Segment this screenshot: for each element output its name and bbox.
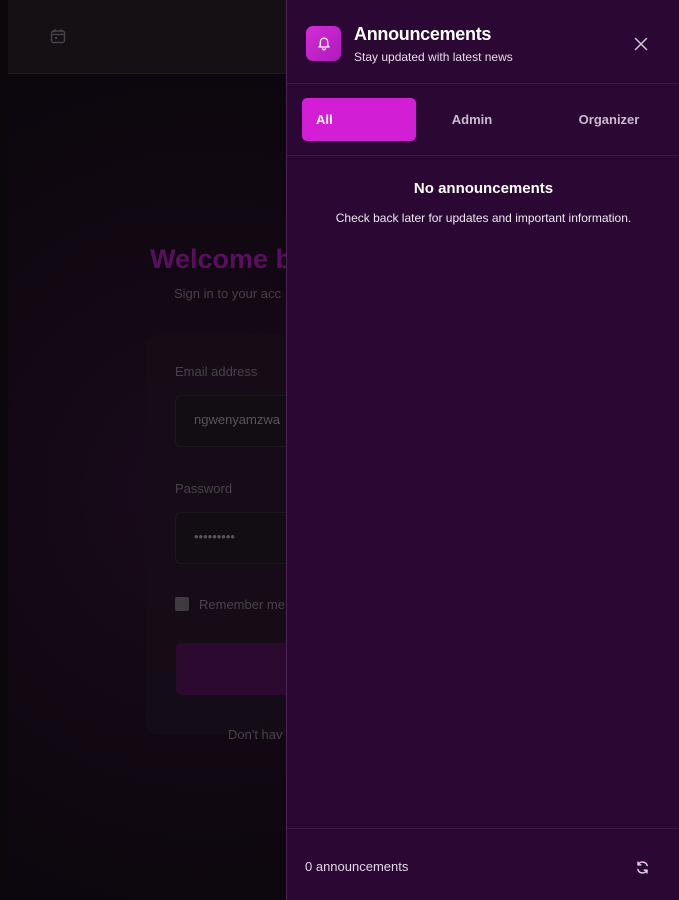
tab-organizer[interactable]: Organizer xyxy=(549,98,649,141)
panel-footer: 0 announcements xyxy=(287,828,679,900)
signin-subtitle: Sign in to your acc xyxy=(174,286,281,301)
bell-icon xyxy=(317,37,330,50)
remember-checkbox[interactable] xyxy=(175,597,189,611)
empty-state-title: No announcements xyxy=(413,180,554,197)
refresh-button[interactable] xyxy=(633,858,651,876)
panel-subtitle: Stay updated with latest news xyxy=(354,50,513,64)
close-button[interactable] xyxy=(631,34,651,54)
signup-prompt: Don't hav xyxy=(228,727,283,742)
tab-all[interactable]: All xyxy=(302,98,416,141)
remember-label: Remember me xyxy=(199,597,285,612)
left-edge-strip xyxy=(0,0,8,900)
header-icon-box xyxy=(306,26,341,61)
password-label: Password xyxy=(175,481,233,496)
calendar-icon xyxy=(50,29,66,44)
close-icon xyxy=(634,37,648,51)
announcement-tabs: All Admin Organizer xyxy=(287,84,679,156)
refresh-icon xyxy=(636,860,648,874)
announcements-panel: Announcements Stay updated with latest n… xyxy=(286,0,679,900)
welcome-heading: Welcome b xyxy=(150,244,293,274)
announcement-count: 0 announcements xyxy=(305,859,409,874)
email-label: Email address xyxy=(175,364,258,379)
empty-state-description: Check back later for updates and importa… xyxy=(335,211,632,225)
panel-title: Announcements xyxy=(354,24,492,44)
panel-header: Announcements Stay updated with latest n… xyxy=(287,0,679,84)
tab-admin[interactable]: Admin xyxy=(417,98,507,141)
